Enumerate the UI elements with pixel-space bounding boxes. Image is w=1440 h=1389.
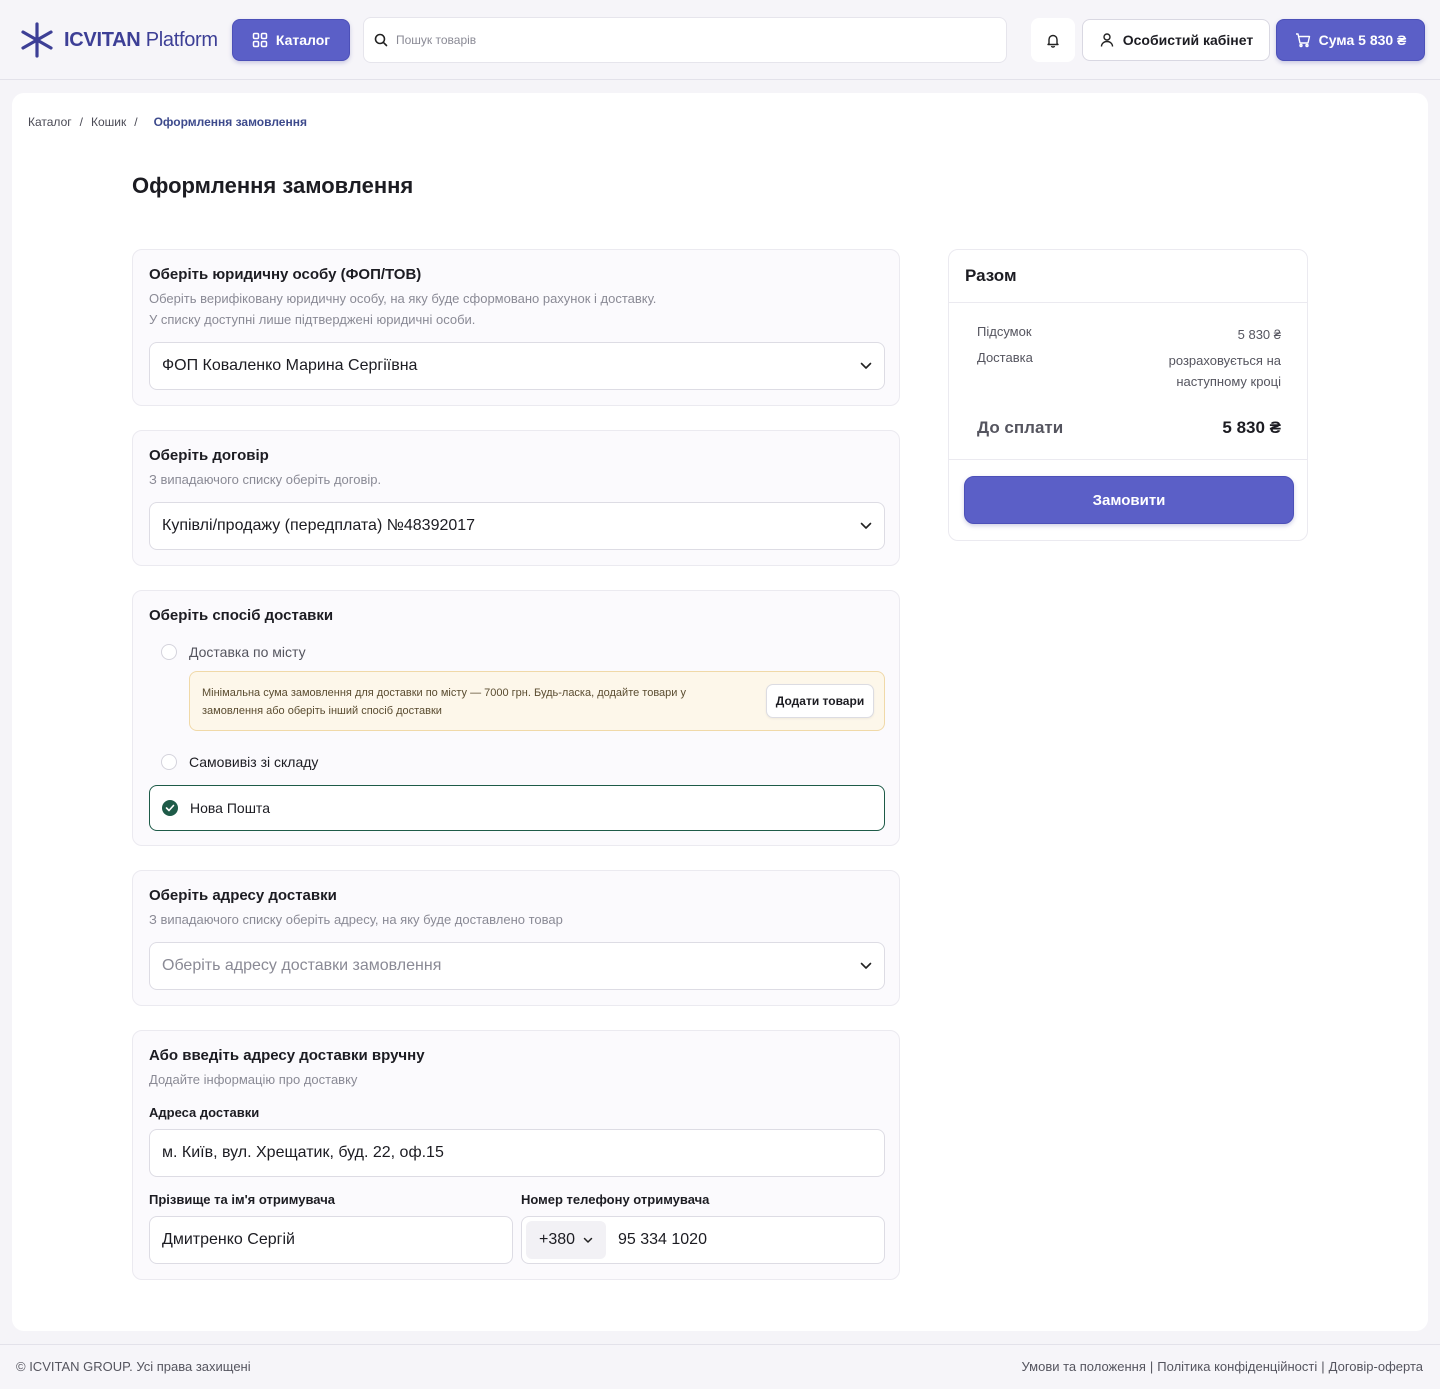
recipient-phone-field[interactable]: +380 95 334 1020 (521, 1216, 885, 1264)
address-select-placeholder: Оберіть адресу доставки замовлення (162, 957, 442, 974)
recipient-name-value: Дмитренко Сергій (162, 1231, 295, 1248)
footer-link-privacy[interactable]: Політика конфіденційності (1157, 1359, 1317, 1374)
manual-address-desc: Додайте інформацію про доставку (149, 1072, 358, 1087)
address-select-title: Оберіть адресу доставки (149, 887, 337, 904)
contract-selected: Купівлі/продажу (передплата) №48392017 (162, 517, 476, 534)
delivery-method-card: Оберіть спосіб доставки Доставка по міст… (132, 590, 900, 846)
footer-link-separator: | (1321, 1359, 1325, 1374)
radio-button[interactable] (161, 644, 177, 660)
legal-entity-selected: ФОП Коваленко Марина Сергіївна (162, 357, 418, 374)
cart-button-label: Сума 5 830 ₴ (1318, 32, 1407, 48)
address-select[interactable]: Оберіть адресу доставки замовлення (149, 942, 885, 990)
delivery-option-city-label: Доставка по місту (189, 644, 306, 660)
contract-title: Оберіть договір (149, 447, 269, 464)
delivery-option-nova-poshta[interactable]: Нова Пошта (149, 785, 885, 831)
total-value: 5 830 ₴ (1222, 418, 1281, 437)
summary-title: Разом (965, 266, 1017, 285)
notifications-button[interactable] (1031, 18, 1075, 62)
delivery-option-pickup-label: Самовивіз зі складу (189, 754, 319, 770)
copyright: © ICVITAN GROUP. Усі права захищені (16, 1359, 251, 1374)
address-field-label: Адреса доставки (149, 1105, 260, 1120)
subtotal-row: Підсумок 5 830 ₴ (977, 324, 1281, 345)
divider (949, 302, 1307, 303)
address-select-desc: З випадаючого списку оберіть адресу, на … (149, 912, 563, 927)
manual-address-card: Або введіть адресу доставки вручну Додай… (132, 1030, 900, 1280)
breadcrumb-separator: / (79, 115, 83, 129)
chevron-down-icon (860, 522, 872, 529)
checked-radio-icon[interactable] (162, 800, 178, 816)
legal-entity-desc-2: У списку доступні лише підтверджені юрид… (149, 312, 476, 327)
catalog-button[interactable]: Каталог (232, 19, 350, 61)
footer: © ICVITAN GROUP. Усі права захищені Умов… (0, 1344, 1440, 1389)
user-icon (1100, 33, 1113, 47)
legal-entity-select[interactable]: ФОП Коваленко Марина Сергіївна (149, 342, 885, 390)
top-header: ICVITAN Platform Каталог Особистий кабін… (0, 0, 1440, 80)
account-button[interactable]: Особистий кабінет (1082, 19, 1270, 61)
subtotal-value: 5 830 ₴ (1237, 327, 1281, 342)
breadcrumb-link-catalog[interactable]: Каталог (28, 115, 72, 129)
delivery-option-city[interactable]: Доставка по місту (161, 644, 306, 660)
cart-icon (1295, 33, 1310, 48)
search-icon (374, 33, 388, 47)
address-field-value: м. Київ, вул. Хрещатик, буд. 22, оф.15 (162, 1144, 444, 1161)
min-order-notice-text: Мінімальна сума замовлення для доставки … (202, 687, 686, 717)
radio-button[interactable] (161, 754, 177, 770)
delivery-cost-label: Доставка (977, 350, 1033, 365)
order-summary: Разом Підсумок 5 830 ₴ Доставка розрахов… (948, 249, 1308, 541)
grid-icon (252, 32, 268, 48)
manual-address-title: Або введіть адресу доставки вручну (149, 1047, 425, 1064)
account-button-label: Особистий кабінет (1122, 32, 1254, 48)
total-row: До сплати 5 830 ₴ (977, 418, 1281, 438)
contract-card: Оберіть договір З випадаючого списку обе… (132, 430, 900, 566)
delivery-row: Доставка розраховується на наступному кро… (977, 350, 1281, 392)
footer-link-separator: | (1149, 1359, 1154, 1374)
delivery-option-pickup[interactable]: Самовивіз зі складу (161, 754, 318, 770)
cart-button[interactable]: Сума 5 830 ₴ (1276, 19, 1425, 61)
legal-entity-card: Оберіть юридичну особу (ФОП/ТОВ) Оберіть… (132, 249, 900, 406)
contract-select[interactable]: Купівлі/продажу (передплата) №48392017 (149, 502, 885, 550)
recipient-name-label: Прізвище та ім'я отримувача (149, 1192, 335, 1207)
divider (949, 459, 1307, 460)
breadcrumb-link-cart[interactable]: Кошик (91, 115, 126, 129)
footer-links: Умови та положення | Політика конфіденці… (1021, 1359, 1423, 1374)
footer-link-terms[interactable]: Умови та положення (1021, 1359, 1145, 1374)
delivery-cost-value: розраховується на наступному кроці (1168, 353, 1281, 389)
recipient-phone-value: 95 334 1020 (618, 1231, 707, 1248)
breadcrumb: Каталог / Кошик / Оформлення замовлення (28, 115, 307, 129)
address-select-card: Оберіть адресу доставки З випадаючого сп… (132, 870, 900, 1006)
address-field[interactable]: м. Київ, вул. Хрещатик, буд. 22, оф.15 (149, 1129, 885, 1177)
catalog-button-label: Каталог (275, 32, 331, 48)
phone-country-code-select[interactable]: +380 (526, 1221, 606, 1259)
brand-name: ICVITAN Platform (64, 28, 218, 51)
page-title: Оформлення замовлення (132, 173, 414, 198)
delivery-method-title: Оберіть спосіб доставки (149, 607, 334, 624)
recipient-phone-label: Номер телефону отримувача (521, 1192, 710, 1207)
breadcrumb-separator: / (134, 115, 138, 129)
delivery-option-nova-label: Нова Пошта (190, 800, 270, 816)
breadcrumb-current: Оформлення замовлення (153, 115, 307, 129)
legal-entity-desc-1: Оберіть верифіковану юридичну особу, на … (149, 291, 657, 306)
contract-desc: З випадаючого списку оберіть договір. (149, 472, 382, 487)
bell-icon (1047, 34, 1059, 48)
min-order-notice: Мінімальна сума замовлення для доставки … (189, 671, 885, 731)
search-input[interactable] (396, 33, 976, 47)
logo-asterisk-icon (21, 22, 53, 58)
main-content: Каталог / Кошик / Оформлення замовлення … (12, 93, 1428, 1331)
legal-entity-title: Оберіть юридичну особу (ФОП/ТОВ) (149, 266, 422, 283)
place-order-button[interactable]: Замовити (964, 476, 1294, 524)
subtotal-label: Підсумок (977, 324, 1032, 339)
brand-logo[interactable]: ICVITAN Platform (20, 22, 218, 58)
phone-country-code: +380 (538, 1231, 576, 1248)
search-bar (363, 17, 1007, 63)
chevron-down-icon (583, 1237, 593, 1243)
total-label: До сплати (977, 418, 1064, 437)
add-items-button[interactable]: Додати товари (766, 684, 874, 718)
footer-link-offer[interactable]: Договір-оферта (1329, 1359, 1423, 1374)
recipient-name-field[interactable]: Дмитренко Сергій (149, 1216, 513, 1264)
chevron-down-icon (860, 962, 872, 969)
chevron-down-icon (860, 362, 872, 369)
